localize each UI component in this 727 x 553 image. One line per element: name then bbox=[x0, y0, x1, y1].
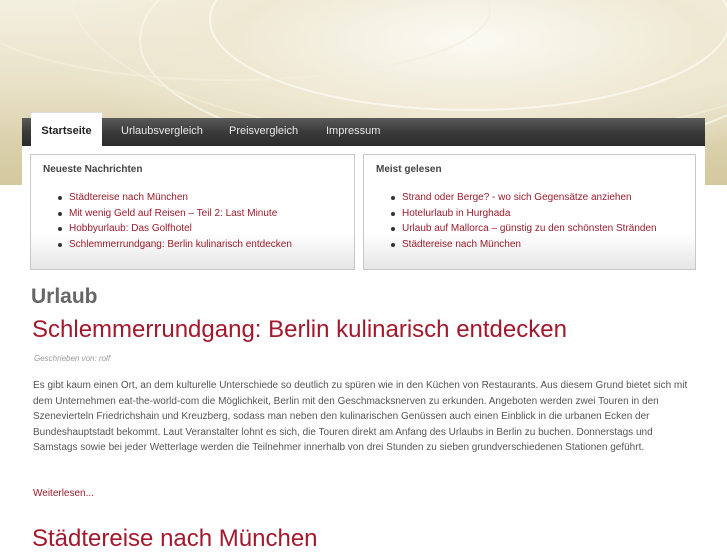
tab-startseite[interactable]: Startseite bbox=[31, 112, 102, 147]
main-navigation: Startseite Urlaubsvergleich Preisverglei… bbox=[22, 112, 705, 147]
most-read-link[interactable]: Städtereise nach München bbox=[391, 237, 657, 253]
tab-impressum[interactable]: Impressum bbox=[326, 118, 380, 146]
latest-news-link[interactable]: Städtereise nach München bbox=[58, 190, 292, 206]
most-read-link[interactable]: Strand oder Berge? - wo sich Gegensätze … bbox=[391, 190, 657, 206]
latest-news-list: Städtereise nach München Mit wenig Geld … bbox=[31, 190, 292, 252]
tab-preisvergleich[interactable]: Preisvergleich bbox=[229, 118, 298, 146]
read-more-link[interactable]: Weiterlesen... bbox=[33, 488, 94, 499]
most-read-heading: Meist gelesen bbox=[376, 164, 442, 175]
post-body: Es gibt kaum einen Ort, an dem kulturell… bbox=[33, 380, 688, 453]
next-post-title-link[interactable]: Städtereise nach München bbox=[32, 525, 318, 553]
post-byline: Geschrieben von: rolf bbox=[34, 354, 111, 363]
most-read-link[interactable]: Hotelurlaub in Hurghada bbox=[391, 206, 657, 222]
most-read-link[interactable]: Urlaub auf Mallorca – günstig zu den sch… bbox=[391, 221, 657, 237]
most-read-list: Strand oder Berge? - wo sich Gegensätze … bbox=[364, 190, 657, 252]
most-read-box: Meist gelesen Strand oder Berge? - wo si… bbox=[363, 154, 696, 270]
latest-news-link[interactable]: Mit wenig Geld auf Reisen – Teil 2: Last… bbox=[58, 206, 292, 222]
latest-news-heading: Neueste Nachrichten bbox=[43, 164, 143, 175]
latest-news-link[interactable]: Hobbyurlaub: Das Golfhotel bbox=[58, 221, 292, 237]
category-title: Urlaub bbox=[31, 285, 98, 308]
tab-urlaubsvergleich[interactable]: Urlaubsvergleich bbox=[121, 118, 203, 146]
latest-news-link[interactable]: Schlemmerrundgang: Berlin kulinarisch en… bbox=[58, 237, 292, 253]
content-area: Neueste Nachrichten Städtereise nach Mün… bbox=[22, 146, 705, 552]
latest-news-box: Neueste Nachrichten Städtereise nach Mün… bbox=[30, 154, 355, 270]
post-title-link[interactable]: Schlemmerrundgang: Berlin kulinarisch en… bbox=[32, 316, 567, 344]
